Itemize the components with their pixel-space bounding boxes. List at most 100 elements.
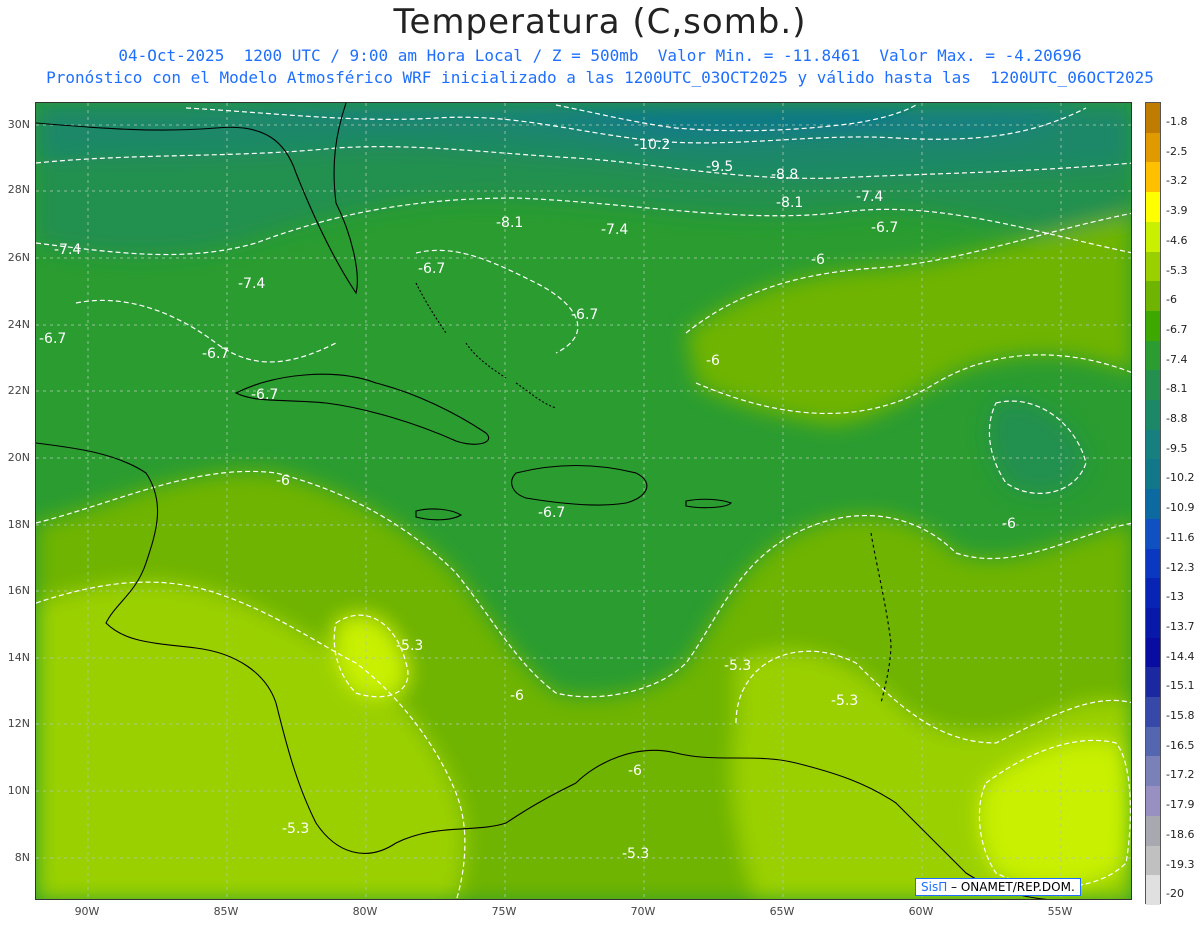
contour-label: -5.3 (396, 638, 423, 654)
contour-label: -8.1 (496, 215, 523, 231)
lon-label: 55W (1047, 905, 1073, 918)
colorbar-swatch (1146, 726, 1160, 757)
contour-label: -5.3 (622, 846, 649, 862)
colorbar-label: -19.3 (1166, 857, 1195, 871)
contour-label: -6 (706, 353, 720, 369)
colorbar-swatch (1146, 192, 1160, 223)
contour-label: -6.7 (571, 307, 598, 323)
contour-label: -6.7 (538, 505, 565, 521)
contour-label: -8.1 (776, 195, 803, 211)
colorbar-label: -18.6 (1166, 827, 1195, 841)
lat-label: 30N (7, 118, 30, 131)
lon-label: 60W (908, 905, 934, 918)
lon-label: 90W (74, 905, 100, 918)
colorbar-label: -9.5 (1166, 441, 1188, 455)
colorbar-label: -15.1 (1166, 679, 1195, 693)
colorbar-swatch (1146, 281, 1160, 312)
colorbar-label: -3.2 (1166, 174, 1188, 188)
colorbar-label: -2.5 (1166, 144, 1188, 158)
colorbar-swatch (1146, 815, 1160, 847)
colorbar-label: -10.2 (1166, 471, 1195, 485)
contour-label: -6 (276, 473, 290, 489)
colorbar-swatch (1146, 607, 1160, 639)
contour-label: -6.7 (202, 346, 229, 362)
contour-label: -7.4 (601, 222, 628, 238)
map-title: Temperatura (C,somb.) (393, 2, 807, 42)
colorbar-label: -6.7 (1166, 322, 1188, 336)
colorbar-swatch (1146, 103, 1160, 134)
colorbar-label: -8.1 (1166, 382, 1188, 396)
colorbar-label: -12.3 (1166, 560, 1195, 574)
colorbar-swatch (1146, 251, 1160, 282)
colorbar-swatch (1146, 132, 1160, 163)
colorbar-swatch (1146, 429, 1160, 460)
colorbar-swatch (1146, 518, 1160, 550)
colorbar (1145, 102, 1161, 906)
colorbar-swatch (1146, 548, 1160, 579)
contour-label: -5.3 (831, 693, 858, 709)
contour-label: -5.3 (282, 821, 309, 837)
colorbar-swatch (1146, 845, 1160, 876)
lon-label: 70W (630, 905, 656, 918)
lon-label: 85W (213, 905, 239, 918)
contour-label: -7.4 (856, 189, 883, 205)
contour-label: -10.2 (634, 137, 670, 153)
lat-label: 16N (7, 584, 30, 597)
colorbar-label: -13.7 (1166, 619, 1195, 633)
colorbar-swatch (1146, 310, 1160, 342)
colorbar-swatch (1146, 578, 1160, 609)
lon-label: 80W (352, 905, 378, 918)
colorbar-swatch (1146, 489, 1160, 520)
lat-label: 24N (7, 318, 30, 331)
credit-text: – ONAMET/REP.DOM. (947, 880, 1075, 894)
colorbar-label: -13 (1166, 590, 1184, 604)
contour-label: -7.4 (54, 242, 81, 258)
colorbar-label: -1.8 (1166, 115, 1188, 128)
colorbar-swatch (1146, 370, 1160, 401)
colorbar-label: -17.9 (1166, 798, 1195, 812)
colorbar-swatch (1146, 459, 1160, 490)
lon-label: 75W (491, 905, 517, 918)
colorbar-label: -14.4 (1166, 649, 1195, 663)
colorbar-label: -8.8 (1166, 412, 1188, 426)
colorbar-label: -7.4 (1166, 352, 1188, 366)
colorbar-swatch (1146, 637, 1160, 668)
contour-label: -6 (1002, 516, 1016, 532)
model-info-line: Pronóstico con el Modelo Atmosférico WRF… (46, 68, 1154, 87)
lat-label: 20N (7, 451, 30, 464)
colorbar-label: -11.6 (1166, 530, 1195, 544)
colorbar-swatch (1146, 667, 1160, 698)
lon-label: 65W (769, 905, 795, 918)
contour-label: -6 (510, 688, 524, 704)
lat-label: 22N (7, 384, 30, 397)
contour-label: -5.3 (724, 658, 751, 674)
colorbar-swatch (1146, 400, 1160, 431)
colorbar-label: -6 (1166, 293, 1177, 307)
contour-label: -6.7 (251, 387, 278, 403)
colorbar-swatch (1146, 221, 1160, 253)
lat-label: 18N (7, 518, 30, 531)
colorbar-label: -3.9 (1166, 204, 1188, 218)
colorbar-swatch (1146, 786, 1160, 817)
credit-box: SisΠ – ONAMET/REP.DOM. (915, 878, 1081, 896)
contour-label: -6.7 (418, 261, 445, 277)
colorbar-swatch (1146, 756, 1160, 787)
colorbar-label: -17.2 (1166, 768, 1195, 782)
colorbar-label: -20 (1166, 887, 1184, 901)
colorbar-swatch (1146, 697, 1160, 728)
lat-label: 28N (7, 183, 30, 196)
temperature-map: -10.2 -9.5 -8.8 -8.1 -8.1 -7.4 -7.4 -7.4… (35, 102, 1132, 900)
contour-label: -7.4 (238, 276, 265, 292)
contour-label: -6 (811, 252, 825, 268)
lat-label: 14N (7, 651, 30, 664)
colorbar-swatch (1146, 162, 1160, 193)
map-svg: -10.2 -9.5 -8.8 -8.1 -8.1 -7.4 -7.4 -7.4… (36, 103, 1131, 899)
lat-label: 12N (7, 717, 30, 730)
contour-label: -6 (628, 763, 642, 779)
contour-label: -6.7 (871, 220, 898, 236)
colorbar-swatch (1146, 340, 1160, 371)
header-info-line: 04-Oct-2025 1200 UTC / 9:00 am Hora Loca… (118, 46, 1082, 65)
colorbar-swatch (1146, 875, 1160, 906)
colorbar-label: -16.5 (1166, 738, 1195, 752)
colorbar-label: -15.8 (1166, 709, 1195, 723)
